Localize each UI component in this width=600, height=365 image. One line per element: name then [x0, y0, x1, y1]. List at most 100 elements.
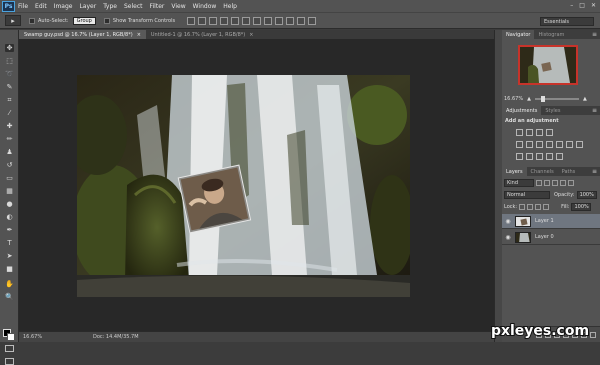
- lock-position-icon[interactable]: [535, 203, 542, 210]
- type-tool-icon[interactable]: T: [5, 239, 14, 247]
- filter-pixel-icon[interactable]: [536, 179, 542, 186]
- vibrance-icon[interactable]: [516, 141, 523, 148]
- gradient-map-icon[interactable]: [556, 153, 563, 160]
- gradient-tool-icon[interactable]: ▦: [5, 187, 14, 195]
- path-select-tool-icon[interactable]: ➤: [5, 252, 14, 260]
- navigator-thumbnail[interactable]: [518, 45, 578, 85]
- zoom-level-field[interactable]: 16.67%: [23, 334, 47, 340]
- close-tab-icon[interactable]: ×: [249, 32, 253, 38]
- hue-saturation-icon[interactable]: [526, 141, 533, 148]
- brightness-contrast-icon[interactable]: [516, 129, 523, 136]
- panel-menu-icon[interactable]: ≡: [592, 168, 597, 175]
- tab-histogram[interactable]: Histogram: [534, 30, 568, 39]
- posterize-icon[interactable]: [526, 153, 533, 160]
- workspace-dropdown[interactable]: Essentials: [540, 17, 594, 26]
- maximize-button[interactable]: □: [579, 2, 585, 9]
- canvas-area[interactable]: [19, 39, 494, 331]
- zoom-out-icon[interactable]: ▲: [527, 96, 531, 102]
- menu-help[interactable]: Help: [223, 3, 237, 10]
- photo-filter-icon[interactable]: [556, 141, 563, 148]
- align-right-icon[interactable]: [242, 16, 251, 25]
- lasso-tool-icon[interactable]: ➰: [5, 70, 14, 78]
- menu-layer[interactable]: Layer: [79, 3, 96, 10]
- layer-kind-filter[interactable]: Kind: [504, 178, 534, 187]
- color-balance-icon[interactable]: [536, 141, 543, 148]
- blend-mode-dropdown[interactable]: Normal: [504, 190, 550, 199]
- clone-stamp-tool-icon[interactable]: ♟: [5, 148, 14, 156]
- panel-menu-icon[interactable]: ≡: [592, 31, 597, 38]
- brush-tool-icon[interactable]: ✏: [5, 135, 14, 143]
- distribute-right-icon[interactable]: [308, 16, 317, 25]
- lock-transparent-icon[interactable]: [519, 203, 526, 210]
- zoom-slider-knob[interactable]: [540, 95, 545, 102]
- close-tab-icon[interactable]: ×: [137, 32, 141, 38]
- filter-type-icon[interactable]: [552, 179, 558, 186]
- layer-row-layer-0[interactable]: ◉ Layer 0: [502, 230, 600, 245]
- quick-mask-icon[interactable]: [5, 345, 14, 352]
- eraser-tool-icon[interactable]: ▭: [5, 174, 14, 182]
- filter-smart-object-icon[interactable]: [568, 179, 574, 186]
- align-bottom-icon[interactable]: [209, 16, 218, 25]
- align-left-icon[interactable]: [220, 16, 229, 25]
- navigator-zoom-slider[interactable]: [534, 95, 579, 102]
- tab-paths[interactable]: Paths: [558, 167, 580, 176]
- layer-row-layer-1[interactable]: ◉ Layer 1: [502, 214, 600, 229]
- menu-window[interactable]: Window: [193, 3, 217, 10]
- show-transform-checkbox[interactable]: [103, 17, 110, 24]
- lock-image-icon[interactable]: [527, 203, 534, 210]
- minimize-button[interactable]: –: [570, 2, 573, 9]
- eyedropper-tool-icon[interactable]: ⁄: [5, 109, 14, 117]
- filter-shape-icon[interactable]: [560, 179, 566, 186]
- filter-adjustment-icon[interactable]: [544, 179, 550, 186]
- black-white-icon[interactable]: [546, 141, 553, 148]
- tab-channels[interactable]: Channels: [527, 167, 558, 176]
- channel-mixer-icon[interactable]: [566, 141, 573, 148]
- tab-adjustments[interactable]: Adjustments: [502, 106, 542, 115]
- tool-preset-picker[interactable]: ▸: [5, 15, 21, 26]
- menu-image[interactable]: Image: [54, 3, 73, 10]
- dodge-tool-icon[interactable]: ◐: [5, 213, 14, 221]
- distribute-top-icon[interactable]: [253, 16, 262, 25]
- align-top-icon[interactable]: [187, 16, 196, 25]
- menu-type[interactable]: Type: [103, 3, 117, 10]
- menu-file[interactable]: File: [18, 3, 28, 10]
- tab-navigator[interactable]: Navigator: [502, 30, 535, 39]
- layer-name[interactable]: Layer 1: [535, 218, 554, 224]
- lock-all-icon[interactable]: [543, 203, 550, 210]
- distribute-bottom-icon[interactable]: [275, 16, 284, 25]
- distribute-vcenter-icon[interactable]: [264, 16, 273, 25]
- hand-tool-icon[interactable]: ✋: [5, 280, 14, 288]
- distribute-hcenter-icon[interactable]: [297, 16, 306, 25]
- menu-select[interactable]: Select: [124, 3, 143, 10]
- auto-select-dropdown[interactable]: Group: [72, 16, 96, 25]
- tab-layers[interactable]: Layers: [502, 167, 527, 176]
- distribute-left-icon[interactable]: [286, 16, 295, 25]
- move-tool-icon[interactable]: ✥: [5, 44, 14, 52]
- color-lookup-icon[interactable]: [576, 141, 583, 148]
- navigator-zoom-value[interactable]: 16.67%: [504, 96, 523, 102]
- pen-tool-icon[interactable]: ✒: [5, 226, 14, 234]
- zoom-tool-icon[interactable]: 🔍: [5, 293, 14, 301]
- shape-tool-icon[interactable]: ■: [5, 265, 14, 273]
- background-color-swatch[interactable]: [7, 333, 15, 341]
- visibility-eye-icon[interactable]: ◉: [504, 218, 512, 225]
- fill-field[interactable]: 100%: [571, 202, 592, 211]
- menu-filter[interactable]: Filter: [150, 3, 165, 10]
- screen-mode-icon[interactable]: [5, 358, 14, 365]
- exposure-icon[interactable]: [546, 129, 553, 136]
- opacity-field[interactable]: 100%: [576, 190, 597, 199]
- layer-name[interactable]: Layer 0: [535, 234, 554, 240]
- quick-select-tool-icon[interactable]: ✎: [5, 83, 14, 91]
- close-window-button[interactable]: ✕: [591, 2, 596, 9]
- curves-icon[interactable]: [536, 129, 543, 136]
- invert-icon[interactable]: [516, 153, 523, 160]
- auto-select-checkbox[interactable]: [29, 17, 35, 24]
- levels-icon[interactable]: [526, 129, 533, 136]
- tab-swamp-guy[interactable]: Swamp guy.psd @ 16.7% (Layer 1, RGB/8*) …: [19, 30, 146, 39]
- menu-edit[interactable]: Edit: [35, 3, 47, 10]
- healing-brush-tool-icon[interactable]: ✚: [5, 122, 14, 130]
- panel-menu-icon[interactable]: ≡: [592, 107, 597, 114]
- selective-color-icon[interactable]: [546, 153, 553, 160]
- align-hcenter-icon[interactable]: [231, 16, 240, 25]
- align-vcenter-icon[interactable]: [198, 16, 207, 25]
